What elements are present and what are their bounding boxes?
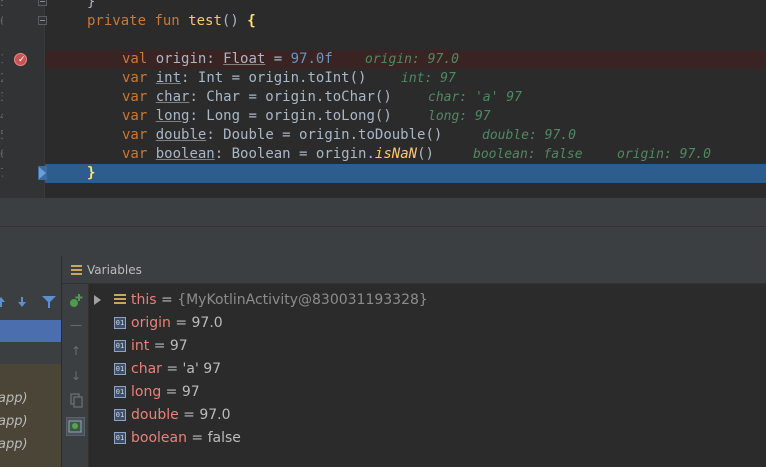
variable-row[interactable]: 01 origin = 97.0 [89,312,766,335]
expand-arrow-icon[interactable] [94,295,101,305]
variable-row[interactable]: 01 double = 97.0 [89,404,766,427]
inline-value-hint: origin: 97.0 [617,147,711,162]
variable-row-this[interactable]: this = {MyKotlinActivity@830031193328} [89,289,766,312]
closing-brace: } [87,0,96,10]
code-line-char[interactable]: var char: Char = origin.toChar() char: '… [0,88,766,107]
frames-panel[interactable]: app) app) app) [0,256,62,467]
variable-row[interactable]: 01 boolean = false [89,427,766,450]
field-icon: 01 [114,432,126,444]
code-line-long[interactable]: var long: Long = origin.toLong() long: 9… [0,107,766,126]
variable-row[interactable]: 01 long = 97 [89,381,766,404]
debug-tool-window-tabs [0,226,766,256]
variables-icon [71,265,82,275]
variable-name: char = 'a' 97 [131,361,222,377]
inline-value-hint: boolean: false [473,147,583,162]
code-line-closing[interactable]: } [0,164,766,183]
move-up-icon[interactable]: ↑ [68,343,84,359]
move-down-icon[interactable]: ↓ [68,368,84,384]
copy-icon[interactable] [68,392,84,408]
frame-item-selected[interactable] [0,320,61,342]
int-statement: var int: Int = origin.toInt() [122,70,367,86]
filter-icon[interactable] [42,296,56,308]
inline-value-hint: long: 97 [428,109,491,124]
variable-name: this = {MyKotlinActivity@830031193328} [131,292,428,308]
code-editor[interactable]: 5 6 1 2 3 4 5 6 7 ✓ } private fun test()… [0,0,766,198]
double-statement: var double: Double = origin.toDouble() [122,127,443,143]
variables-tree[interactable]: this = {MyKotlinActivity@830031193328} 0… [89,284,766,467]
field-icon: 01 [114,340,126,352]
frame-item-label[interactable]: app) [0,437,28,452]
closing-brace: } [87,165,96,181]
code-line[interactable]: } [0,0,766,12]
variable-name: int = 97 [131,338,188,354]
frame-item-label[interactable]: app) [0,391,28,406]
function-declaration: private fun test() { [87,13,256,29]
variable-name: long = 97 [131,384,200,400]
variable-row[interactable]: 01 int = 97 [89,335,766,358]
variables-toolbar: — ↑ ↓ [62,284,89,467]
code-line-origin[interactable]: val origin: Float = 97.0f origin: 97.0 [0,50,766,69]
variables-title: Variables [87,263,142,277]
arrow-up-icon[interactable] [0,296,6,308]
new-watch-icon[interactable] [68,293,84,309]
variable-name: boolean = false [131,430,241,446]
arrow-down-icon[interactable] [17,296,27,308]
frame-item-label[interactable]: app) [0,414,28,429]
char-statement: var char: Char = origin.toChar() [122,89,392,105]
origin-statement: val origin: Float = 97.0f [122,51,333,67]
code-line-int[interactable]: var int: Int = origin.toInt() int: 97 [0,69,766,88]
code-line-boolean[interactable]: var boolean: Boolean = origin.isNaN() bo… [0,145,766,164]
field-icon: 01 [114,409,126,421]
inline-value-hint: double: 97.0 [482,128,576,143]
field-icon: 01 [114,363,126,375]
variable-name: double = 97.0 [131,407,231,423]
variables-header: Variables [62,256,766,284]
inline-value-hint: char: 'a' 97 [428,90,522,105]
long-statement: var long: Long = origin.toLong() [122,108,392,124]
object-icon [114,294,126,306]
field-icon: 01 [114,317,126,329]
editor-bottom-bar [0,198,766,226]
frame-item[interactable] [0,342,61,364]
inline-value-hint: int: 97 [401,71,456,86]
boolean-statement: var boolean: Boolean = origin.isNaN() [122,146,434,162]
remove-watch-icon[interactable]: — [68,317,84,333]
variable-name: origin = 97.0 [131,315,223,331]
inline-value-hint: origin: 97.0 [365,52,459,67]
code-line-double[interactable]: var double: Double = origin.toDouble() d… [0,126,766,145]
show-watches-icon[interactable] [66,417,85,436]
code-line-declaration[interactable]: private fun test() { [0,12,766,31]
variable-row[interactable]: 01 char = 'a' 97 [89,358,766,381]
field-icon: 01 [114,386,126,398]
